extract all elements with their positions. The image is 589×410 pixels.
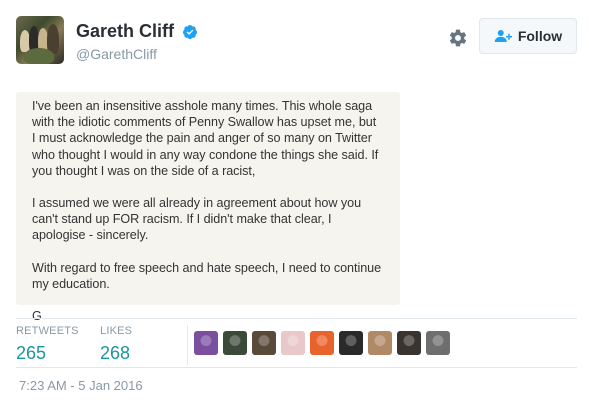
liker-avatar[interactable]: [252, 331, 276, 355]
liker-avatar[interactable]: [223, 331, 247, 355]
tweet-paragraph: I assumed we were all already in agreeme…: [32, 196, 362, 243]
liker-avatar[interactable]: [426, 331, 450, 355]
user-handle[interactable]: @GarethCliff: [76, 46, 198, 62]
liker-avatar[interactable]: [194, 331, 218, 355]
likes-stat[interactable]: LIKES 268: [100, 325, 132, 364]
follow-label: Follow: [517, 28, 563, 44]
tweet-paragraph: I've been an insensitive asshole many ti…: [32, 99, 379, 178]
liker-avatar[interactable]: [339, 331, 363, 355]
liker-avatar[interactable]: [368, 331, 392, 355]
liker-avatar[interactable]: [310, 331, 334, 355]
tweet-text-image[interactable]: I've been an insensitive asshole many ti…: [16, 92, 400, 323]
stats-separator: [187, 325, 188, 365]
retweets-stat[interactable]: RETWEETS 265: [16, 325, 79, 364]
verified-badge-icon: [183, 24, 198, 39]
tweet-header: Gareth Cliff @GarethCliff Follow: [16, 16, 577, 68]
add-person-icon: [494, 30, 512, 42]
divider: [16, 318, 577, 319]
tweet-paragraph: G: [32, 309, 42, 324]
display-name[interactable]: Gareth Cliff: [76, 21, 174, 42]
tweet-timestamp[interactable]: 7:23 AM - 5 Jan 2016: [19, 378, 143, 393]
retweets-label: RETWEETS: [16, 325, 79, 337]
likes-label: LIKES: [100, 325, 133, 337]
user-avatar[interactable]: [16, 16, 64, 64]
divider: [16, 367, 577, 368]
liker-avatar[interactable]: [281, 331, 305, 355]
likes-count[interactable]: 268: [100, 343, 132, 364]
gear-icon[interactable]: [448, 28, 468, 48]
follow-button[interactable]: Follow: [479, 18, 577, 54]
user-name-block[interactable]: Gareth Cliff @GarethCliff: [76, 21, 198, 62]
tweet-paragraph: With regard to free speech and hate spee…: [32, 260, 382, 291]
retweets-count[interactable]: 265: [16, 343, 79, 364]
liker-avatar[interactable]: [397, 331, 421, 355]
